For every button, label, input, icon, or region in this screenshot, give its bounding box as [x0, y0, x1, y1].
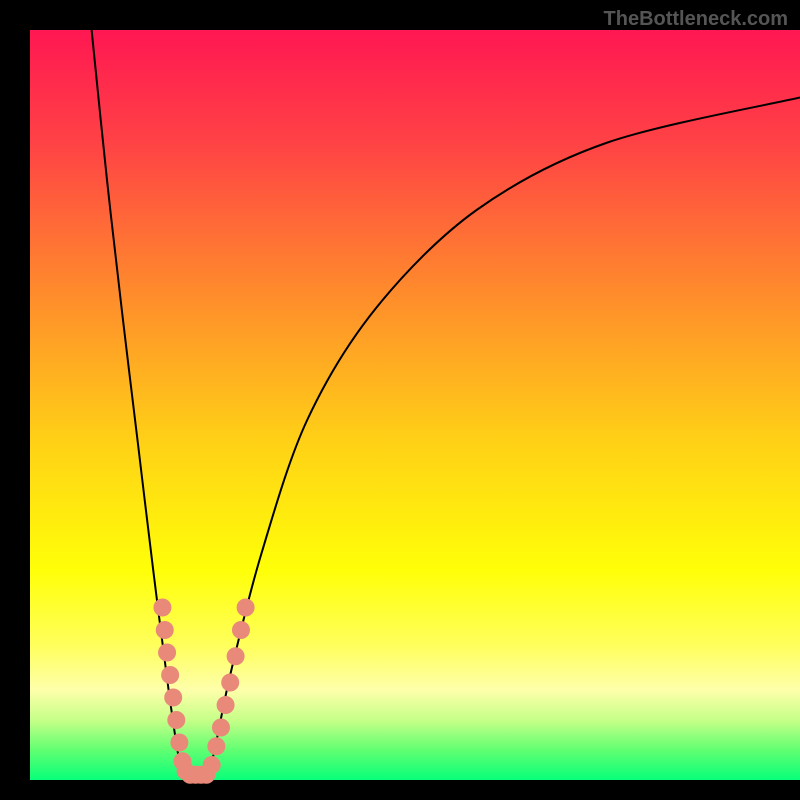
data-marker [221, 674, 239, 692]
data-marker [156, 621, 174, 639]
data-marker [203, 756, 221, 774]
data-marker [167, 711, 185, 729]
data-marker [161, 666, 179, 684]
data-marker [227, 647, 245, 665]
plot-background [30, 30, 800, 780]
data-marker [207, 737, 225, 755]
data-marker [158, 644, 176, 662]
data-marker [170, 734, 188, 752]
watermark-text: TheBottleneck.com [604, 8, 788, 31]
data-marker [232, 621, 250, 639]
data-marker [153, 599, 171, 617]
data-marker [212, 719, 230, 737]
data-marker [237, 599, 255, 617]
chart-container [0, 0, 800, 800]
data-marker [164, 689, 182, 707]
chart-svg [0, 0, 800, 800]
data-marker [217, 696, 235, 714]
